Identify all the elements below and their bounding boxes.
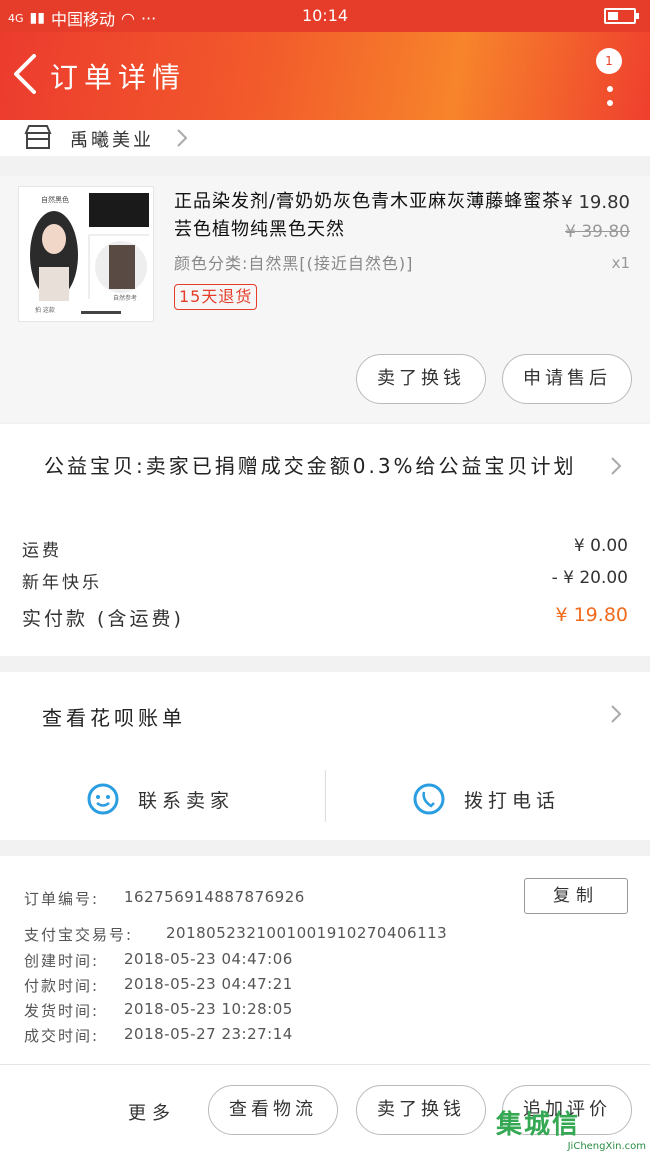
completed-time: 2018-05-27 23:27:14 [124,1025,293,1043]
paid-time: 2018-05-23 04:47:21 [124,975,293,993]
alipay-row: 支付宝交易号: 2018052321001001910270406113 [24,924,447,945]
fee-summary: 运费 ¥ 0.00 新年快乐 - ¥ 20.00 实付款 (含运费) ¥ 19.… [0,506,650,656]
shipped-row: 发货时间: 2018-05-23 10:28:05 [24,1000,292,1021]
order-number-label: 订单编号: [24,890,100,908]
completed-row: 成交时间: 2018-05-27 23:27:14 [24,1025,292,1046]
shipped-label: 发货时间: [24,1002,100,1020]
order-info: 订单编号: 162756914887876926 复制 支付宝交易号: 2018… [0,856,650,1064]
discount-row: 新年快乐 - ¥ 20.00 [22,568,628,593]
back-arrow-icon[interactable] [8,52,44,96]
order-number: 162756914887876926 [124,888,305,906]
bill-contact-section: 查看花呗账单 联系卖家 拨打电话 [0,672,650,840]
product-price: ¥ 19.80 [561,192,630,213]
more-menu-button[interactable]: 1 [596,48,622,108]
call-button[interactable]: 拨打电话 [412,772,560,826]
paid-row: 付款时间: 2018-05-23 04:47:21 [24,975,292,996]
discount-label: 新年快乐 [22,573,102,593]
call-label: 拨打电话 [464,789,561,812]
return-policy-badge: 15天退货 [174,284,258,310]
notification-badge: 1 [596,48,622,74]
copy-button[interactable]: 复制 [524,878,628,914]
created-label: 创建时间: [24,952,100,970]
contact-seller-button[interactable]: 联系卖家 [86,772,234,826]
chevron-right-icon [177,129,188,147]
thumb-caption: 自然黑色 [41,196,69,204]
total-value: ¥ 19.80 [555,604,628,626]
thumb-sub: 拍 这款 [35,307,55,314]
product-spec: 颜色分类:自然黑[(接近自然色)] [174,254,414,273]
shop-row[interactable]: 禹曦美业 [0,120,650,156]
product-thumbnail[interactable]: 自然黑色 拍 这款 自然参考 [18,186,154,322]
charity-row[interactable]: 公益宝贝:卖家已捐赠成交金额0.3%给公益宝贝计划 [0,424,650,506]
product-quantity: x1 [611,254,630,272]
divider [325,770,326,822]
charity-text: 公益宝贝:卖家已捐赠成交金额0.3%给公益宝贝计划 [44,454,577,478]
total-row: 实付款 (含运费) ¥ 19.80 [22,604,628,631]
paid-label: 付款时间: [24,977,100,995]
shipping-row: 运费 ¥ 0.00 [22,536,628,561]
nav-bar: 订单详情 1 [0,32,650,120]
original-price: ¥ 39.80 [565,222,630,242]
battery-icon [604,8,639,24]
chat-face-icon [87,783,119,815]
page-title: 订单详情 [50,61,187,94]
product-card[interactable]: 自然黑色 拍 这款 自然参考 正品染发剂/膏奶奶灰色青木亚麻灰薄藤蜂蜜茶芸色植物… [0,176,650,422]
shop-name: 禹曦美业 [70,130,154,151]
clock: 10:14 [301,6,349,25]
total-label: 实付款 (含运费) [22,608,184,630]
watermark-logo: 集城信 [496,1110,581,1140]
product-title: 正品染发剂/膏奶奶灰色青木亚麻灰薄藤蜂蜜茶芸色植物纯黑色天然 [174,191,562,240]
shop-icon [24,125,52,149]
contact-seller-label: 联系卖家 [138,789,235,812]
alipay-label: 支付宝交易号: [24,926,134,944]
order-number-row: 订单编号: 162756914887876926 [24,888,304,909]
more-button[interactable]: 更多 [128,1099,176,1125]
watermark: 集城信 JiChengXin.com [496,1104,646,1154]
shipping-label: 运费 [22,541,62,561]
completed-label: 成交时间: [24,1027,100,1045]
created-row: 创建时间: 2018-05-23 04:47:06 [24,950,292,971]
created-time: 2018-05-23 04:47:06 [124,950,293,968]
after-sale-button[interactable]: 申请售后 [502,354,632,404]
watermark-url: JiChengXin.com [567,1141,646,1152]
menu-dot-icon [607,100,613,106]
view-huabei-bill-link[interactable]: 查看花呗账单 [42,702,186,731]
chevron-right-icon [611,457,622,475]
discount-value: - ¥ 20.00 [551,568,628,588]
phone-icon [413,783,445,815]
status-bar: 4G ▮▮ 中国移动 ◠ ··· 10:14 [0,0,650,32]
shipping-value: ¥ 0.00 [573,536,628,556]
view-logistics-button[interactable]: 查看物流 [208,1085,338,1135]
resell-bottom-button[interactable]: 卖了换钱 [356,1085,486,1135]
shipped-time: 2018-05-23 10:28:05 [124,1000,293,1018]
alipay-number: 2018052321001001910270406113 [166,924,448,942]
resell-button[interactable]: 卖了换钱 [356,354,486,404]
thumb-note: 自然参考 [113,295,138,302]
chevron-right-icon [611,705,622,723]
menu-dot-icon [607,86,613,92]
